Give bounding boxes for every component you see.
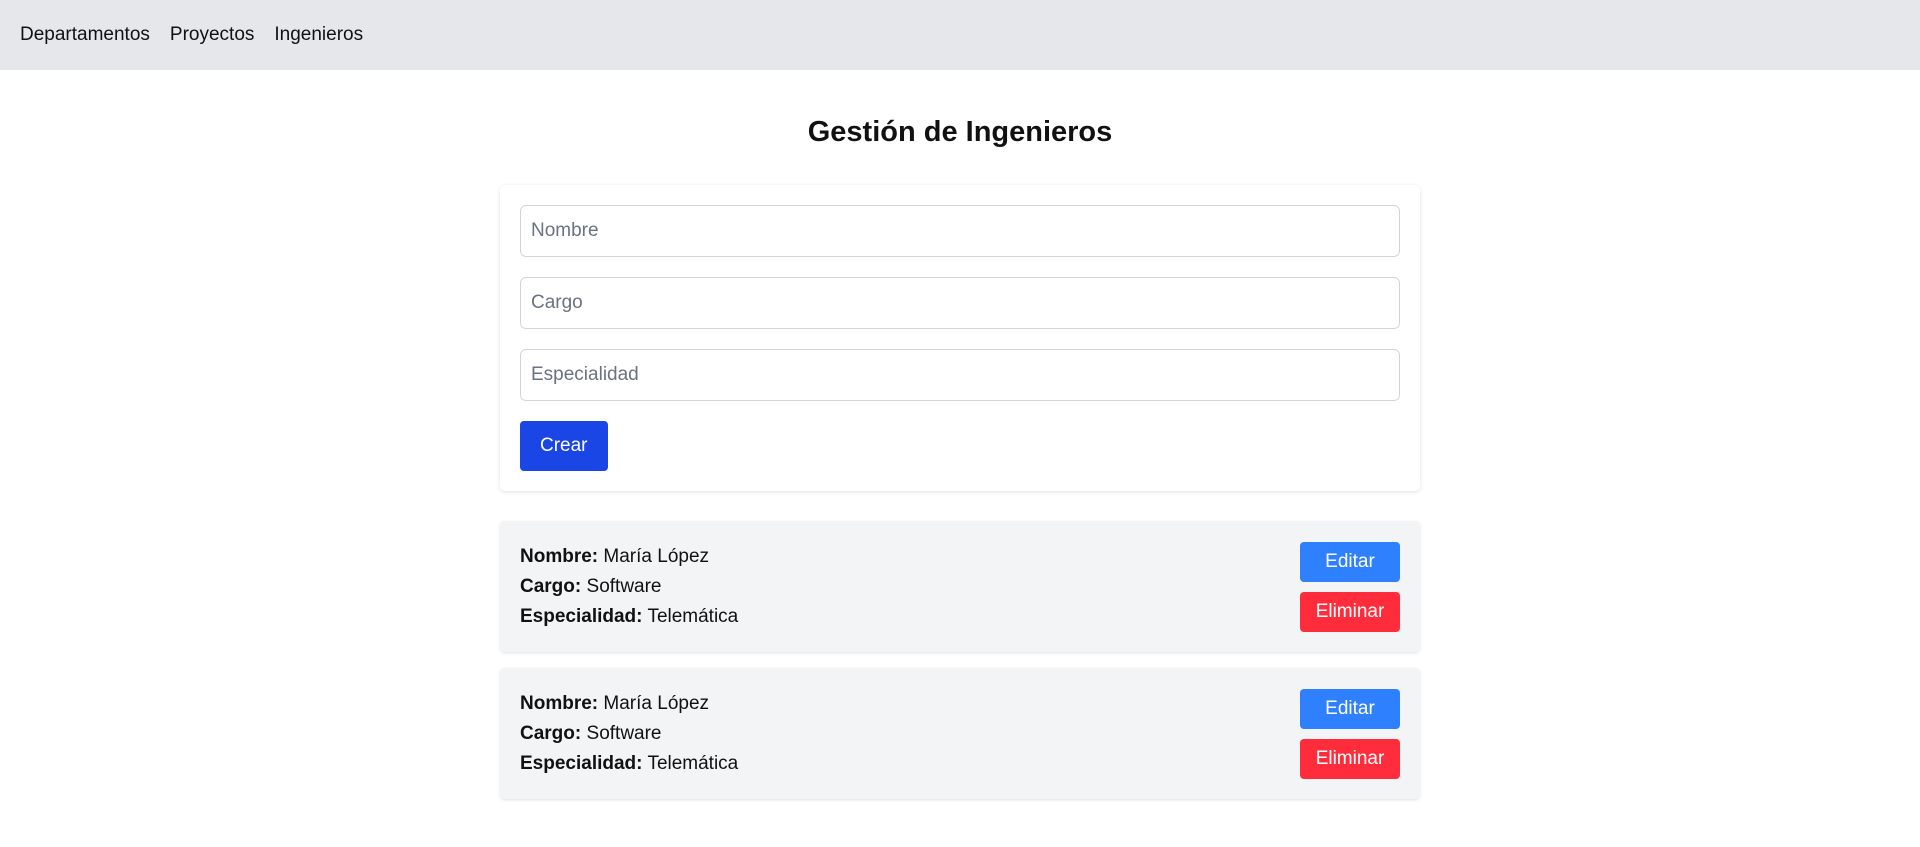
nombre-input[interactable] (520, 205, 1400, 257)
especialidad-value: Telemática (647, 605, 739, 627)
nav-ingenieros[interactable]: Ingenieros (274, 24, 363, 46)
main-container: Crear Nombre: María López Cargo: Softwar… (500, 185, 1420, 799)
engineer-card: Nombre: María López Cargo: Software Espe… (500, 521, 1420, 652)
cargo-label: Cargo: (520, 722, 582, 744)
especialidad-label: Especialidad: (520, 605, 643, 627)
edit-button[interactable]: Editar (1300, 541, 1400, 582)
delete-button[interactable]: Eliminar (1300, 738, 1400, 779)
especialidad-input[interactable] (520, 349, 1400, 401)
nombre-value: María López (603, 692, 710, 714)
especialidad-label: Especialidad: (520, 752, 643, 774)
nombre-label: Nombre: (520, 545, 599, 567)
engineer-form: Crear (500, 185, 1420, 491)
engineer-info: Nombre: María López Cargo: Software Espe… (520, 689, 738, 779)
cargo-value: Software (586, 722, 662, 744)
edit-button[interactable]: Editar (1300, 688, 1400, 729)
top-nav: Departamentos Proyectos Ingenieros (0, 0, 1920, 70)
delete-button[interactable]: Eliminar (1300, 591, 1400, 632)
engineer-info: Nombre: María López Cargo: Software Espe… (520, 542, 738, 632)
nombre-value: María López (603, 545, 710, 567)
especialidad-value: Telemática (647, 752, 739, 774)
cargo-input[interactable] (520, 277, 1400, 329)
cargo-value: Software (586, 575, 662, 597)
create-button[interactable]: Crear (520, 421, 608, 471)
engineer-card: Nombre: María López Cargo: Software Espe… (500, 668, 1420, 799)
nombre-label: Nombre: (520, 692, 599, 714)
page-title: Gestión de Ingenieros (807, 116, 1113, 148)
nav-departamentos[interactable]: Departamentos (20, 24, 150, 46)
cargo-label: Cargo: (520, 575, 582, 597)
nav-proyectos[interactable]: Proyectos (170, 24, 254, 46)
